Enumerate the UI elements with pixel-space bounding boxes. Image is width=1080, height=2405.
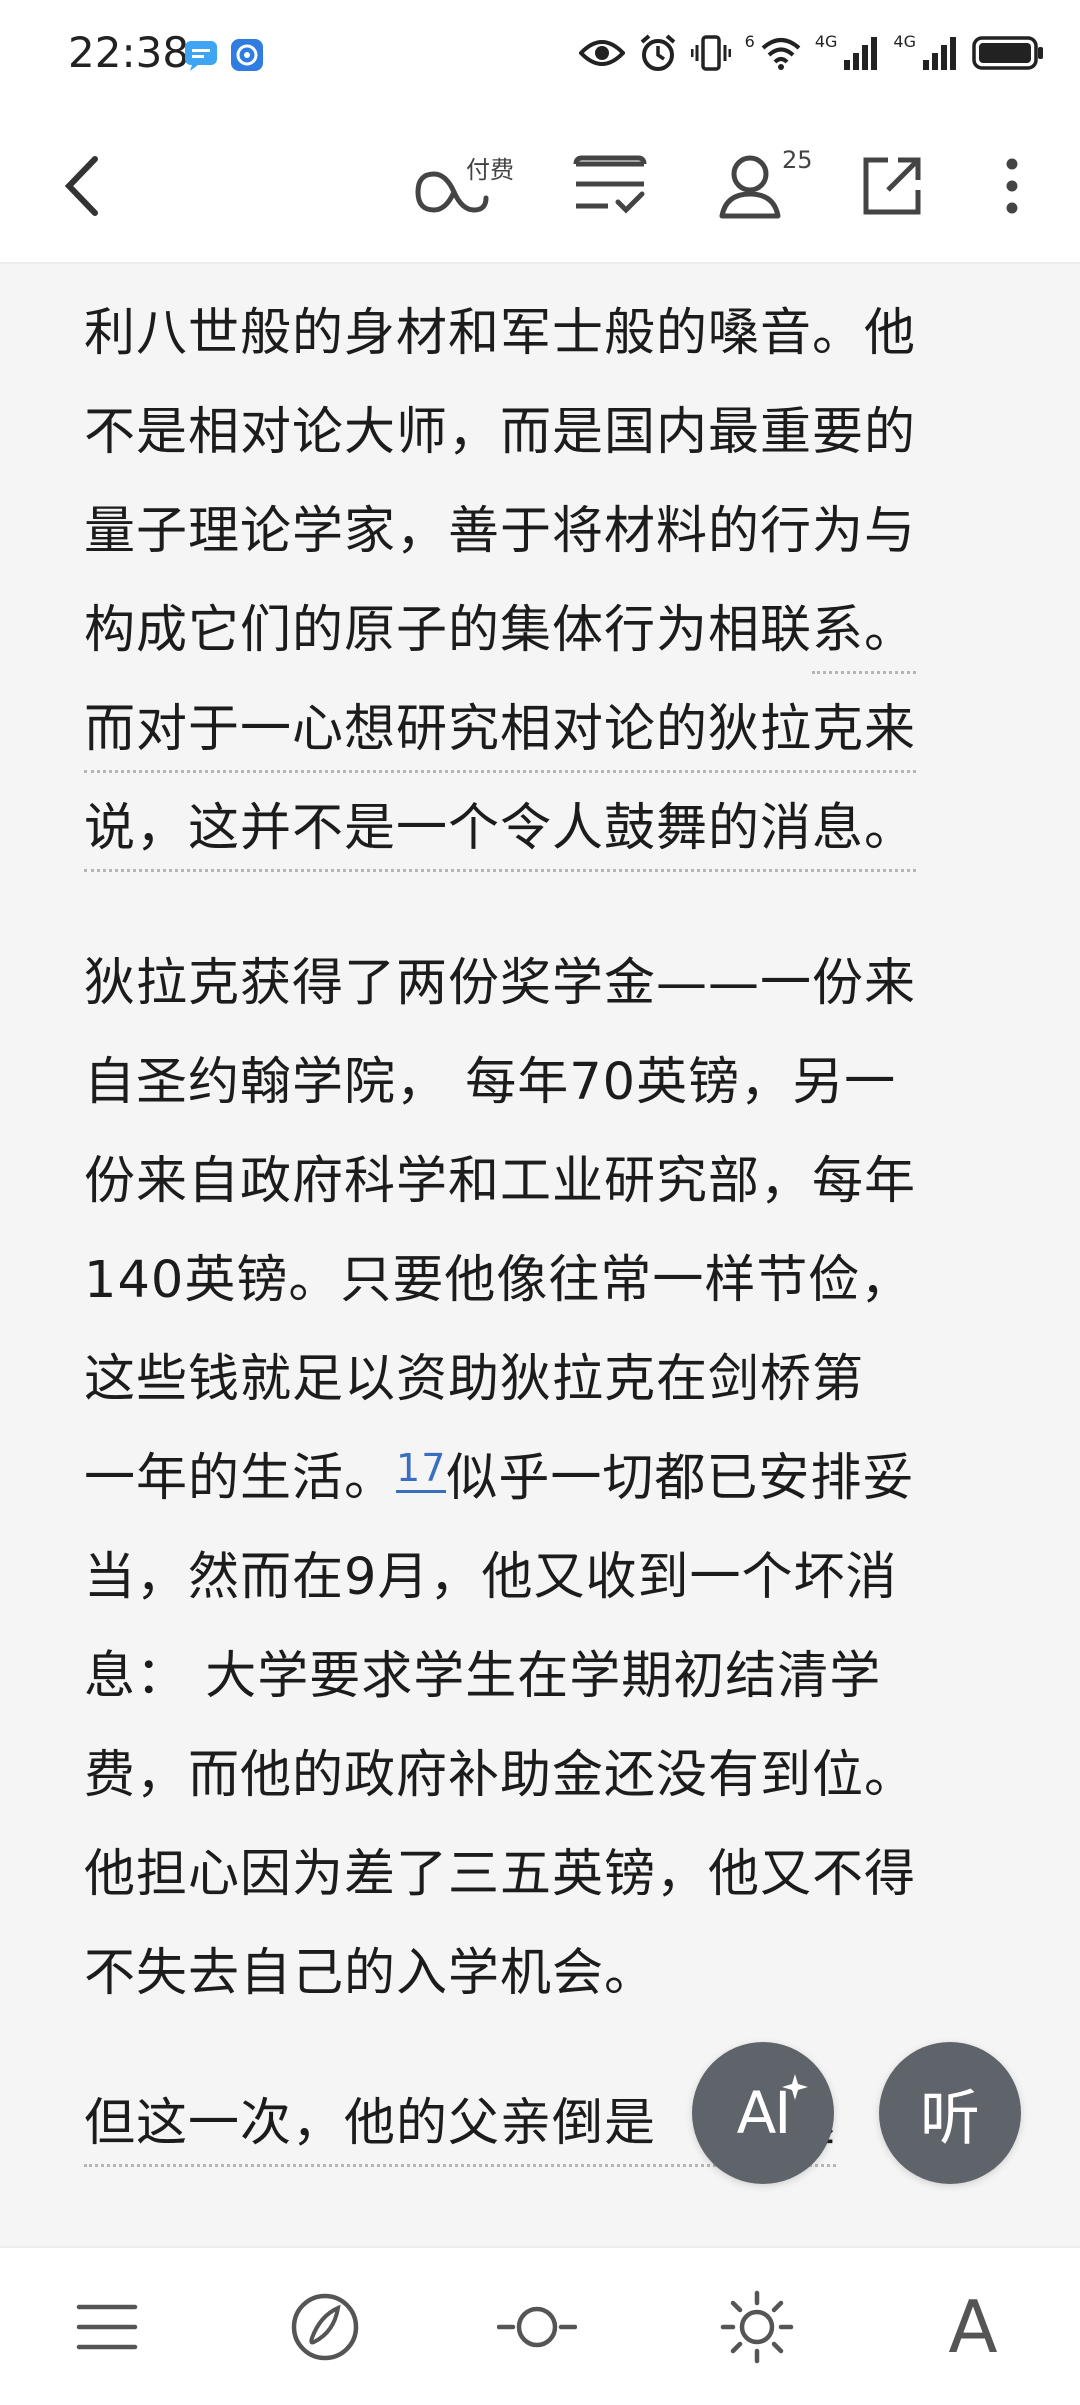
person-icon <box>719 155 781 219</box>
text-line: 费，而他的政府补助金还没有到位。 <box>84 1746 917 1805</box>
paragraph: 狄拉克获得了两份奖学金——一份来 自圣约翰学院， 每年70英镑，另一 份来自政府… <box>84 934 1004 2023</box>
listen-label: 听 <box>920 2083 980 2154</box>
battery-icon <box>972 35 1044 75</box>
paragraph: 但这一次，他的父亲倒是拯 <box>84 2074 1004 2173</box>
signal-label-1: 4G <box>814 31 838 51</box>
more-button[interactable] <box>972 146 1052 226</box>
text-line: 140英镑。只要他像往常一样节俭， <box>84 1251 913 1310</box>
back-arrow-icon <box>64 156 98 216</box>
text-line: 构成它们的原子的集体行为相联系。 <box>84 581 1004 680</box>
signal-label-2: 4G <box>893 31 916 51</box>
sparkle-icon <box>782 2074 808 2100</box>
share-button[interactable] <box>852 146 932 226</box>
text-line: 说，这并不是一个令人鼓舞的消息。 <box>84 779 1004 878</box>
more-vertical-icon <box>1006 158 1018 214</box>
text-line: 一年的生活。17似乎一切都已安排妥 <box>84 1446 915 1508</box>
progress-button[interactable] <box>492 2282 582 2372</box>
bookshelf-button[interactable] <box>570 146 650 226</box>
compass-icon <box>291 2293 359 2361</box>
footnote-link[interactable]: 17 <box>396 1446 447 1493</box>
bottom-toolbar: A <box>0 2246 1080 2405</box>
signal-icon-1 <box>843 36 879 74</box>
eye-icon <box>577 37 626 73</box>
signal-icon-2 <box>922 36 958 74</box>
text-line: 这些钱就足以资助狄拉克在剑桥第 <box>84 1350 865 1409</box>
font-settings-button[interactable]: A <box>928 2282 1018 2372</box>
share-icon <box>863 157 921 215</box>
text-line: 狄拉克获得了两份奖学金——一份来 <box>84 954 917 1013</box>
status-icons: 6 4G 4G <box>577 30 1044 80</box>
font-icon: A <box>948 2285 998 2369</box>
app-notification-icon <box>230 38 264 72</box>
listen-button[interactable]: 听 <box>879 2042 1021 2184</box>
explore-button[interactable] <box>280 2282 370 2372</box>
text-line: 但这一次，他的父亲倒是拯 <box>84 2074 1004 2173</box>
ai-assistant-button[interactable]: AI <box>692 2042 834 2184</box>
text-line: 他担心因为差了三五英镑，他又不得 <box>84 1845 917 1904</box>
wifi-label: 6 <box>744 31 755 51</box>
reader-count: 25 <box>782 146 813 174</box>
text-line: 不是相对论大师，而是国内最重要的 <box>84 403 917 462</box>
paragraph: 利八世般的身材和军士般的嗓音。他 不是相对论大师，而是国内最重要的 量子理论学家… <box>84 284 1004 878</box>
sun-icon <box>720 2290 794 2364</box>
alarm-icon <box>639 33 677 77</box>
reading-content: 利八世般的身材和军士般的嗓音。他 不是相对论大师，而是国内最重要的 量子理论学家… <box>0 264 1080 2244</box>
text-line: 量子理论学家，善于将材料的行为与 <box>84 502 917 561</box>
text-line: 自圣约翰学院， 每年70英镑，另一 <box>84 1053 897 1112</box>
text-line: 份来自政府科学和工业研究部，每年 <box>84 1152 917 1211</box>
reader-toolbar: 付费 25 <box>0 110 1080 264</box>
vibrate-icon <box>690 33 732 77</box>
underlined-text[interactable]: 而对于一心想研究相对论的狄拉克来 <box>84 690 917 773</box>
back-button[interactable] <box>42 146 122 226</box>
status-bar: 22:38 6 4G 4G <box>0 0 1080 110</box>
wifi-icon <box>761 36 801 74</box>
menu-icon <box>76 2304 138 2350</box>
status-time: 22:38 <box>68 28 190 77</box>
menu-button[interactable] <box>62 2282 152 2372</box>
readers-button[interactable]: 25 <box>712 146 822 226</box>
text-line: 息： 大学要求学生在学期初结清学 <box>84 1647 882 1706</box>
underlined-text[interactable]: 说，这并不是一个令人鼓舞的消息。 <box>84 789 917 872</box>
underlined-text[interactable]: 系。 <box>812 591 917 674</box>
text-line: 不失去自己的入学机会。 <box>84 1944 657 2003</box>
text-line: 利八世般的身材和军士般的嗓音。他 <box>84 304 917 363</box>
text-line: 当，然而在9月，他又收到一个坏消 <box>84 1548 898 1607</box>
text-line: 而对于一心想研究相对论的狄拉克来 <box>84 680 1004 779</box>
brightness-button[interactable] <box>712 2282 802 2372</box>
progress-icon <box>497 2306 577 2348</box>
bookshelf-icon <box>573 155 647 214</box>
message-app-icon <box>184 38 218 72</box>
paid-badge: 付费 <box>466 156 514 184</box>
paid-button[interactable]: 付费 <box>408 146 528 226</box>
